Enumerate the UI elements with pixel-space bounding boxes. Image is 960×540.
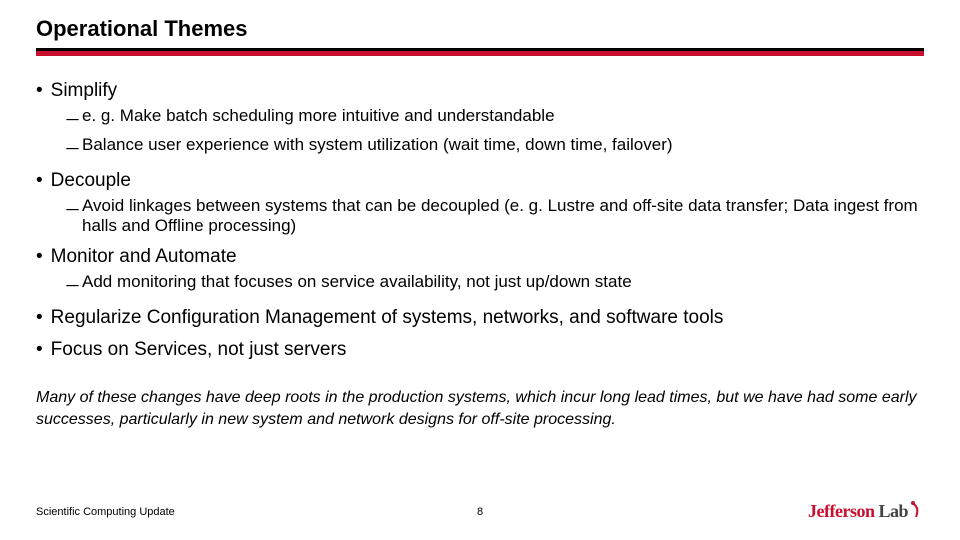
slide-title: Operational Themes <box>36 16 248 42</box>
bullet-simplify: Simplify <box>36 80 924 102</box>
footer-left: Scientific Computing Update <box>36 506 175 518</box>
sub-bullet: －Avoid linkages between systems that can… <box>64 196 924 236</box>
bullet-text: Focus on Services, not just servers <box>51 339 347 361</box>
sub-text: e. g. Make batch scheduling more intuiti… <box>82 106 555 126</box>
footer: Scientific Computing Update 8 Jefferson … <box>36 501 924 522</box>
content-area: Simplify －e. g. Make batch scheduling mo… <box>36 70 924 430</box>
dash-icon: － <box>64 135 82 160</box>
logo-swoosh-icon <box>910 501 924 522</box>
bullet-text: Regularize Configuration Management of s… <box>51 307 724 329</box>
sub-text: Balance user experience with system util… <box>82 135 673 155</box>
dash-icon: － <box>64 106 82 131</box>
logo-text-jefferson: Jefferson <box>808 501 874 521</box>
title-rule <box>36 48 924 56</box>
summary-note: Many of these changes have deep roots in… <box>36 387 924 430</box>
sub-text: Add monitoring that focuses on service a… <box>82 272 632 292</box>
bullet-decouple: Decouple <box>36 170 924 192</box>
sub-text: Avoid linkages between systems that can … <box>82 196 924 236</box>
bullet-services: Focus on Services, not just servers <box>36 339 924 361</box>
sub-bullet: －Add monitoring that focuses on service … <box>64 272 924 297</box>
bullet-text: Decouple <box>51 170 131 192</box>
jefferson-lab-logo: Jefferson Lab <box>808 501 924 522</box>
bullet-regularize: Regularize Configuration Management of s… <box>36 307 924 329</box>
sub-bullet: －Balance user experience with system uti… <box>64 135 924 160</box>
bullet-text: Simplify <box>51 80 118 102</box>
sub-bullet: －e. g. Make batch scheduling more intuit… <box>64 106 924 131</box>
logo-text-lab: Lab <box>874 501 908 521</box>
slide: Operational Themes Simplify －e. g. Make … <box>0 0 960 540</box>
dash-icon: － <box>64 272 82 297</box>
dash-icon: － <box>64 196 82 221</box>
bullet-text: Monitor and Automate <box>51 246 237 268</box>
page-number: 8 <box>477 506 483 518</box>
bullet-monitor: Monitor and Automate <box>36 246 924 268</box>
